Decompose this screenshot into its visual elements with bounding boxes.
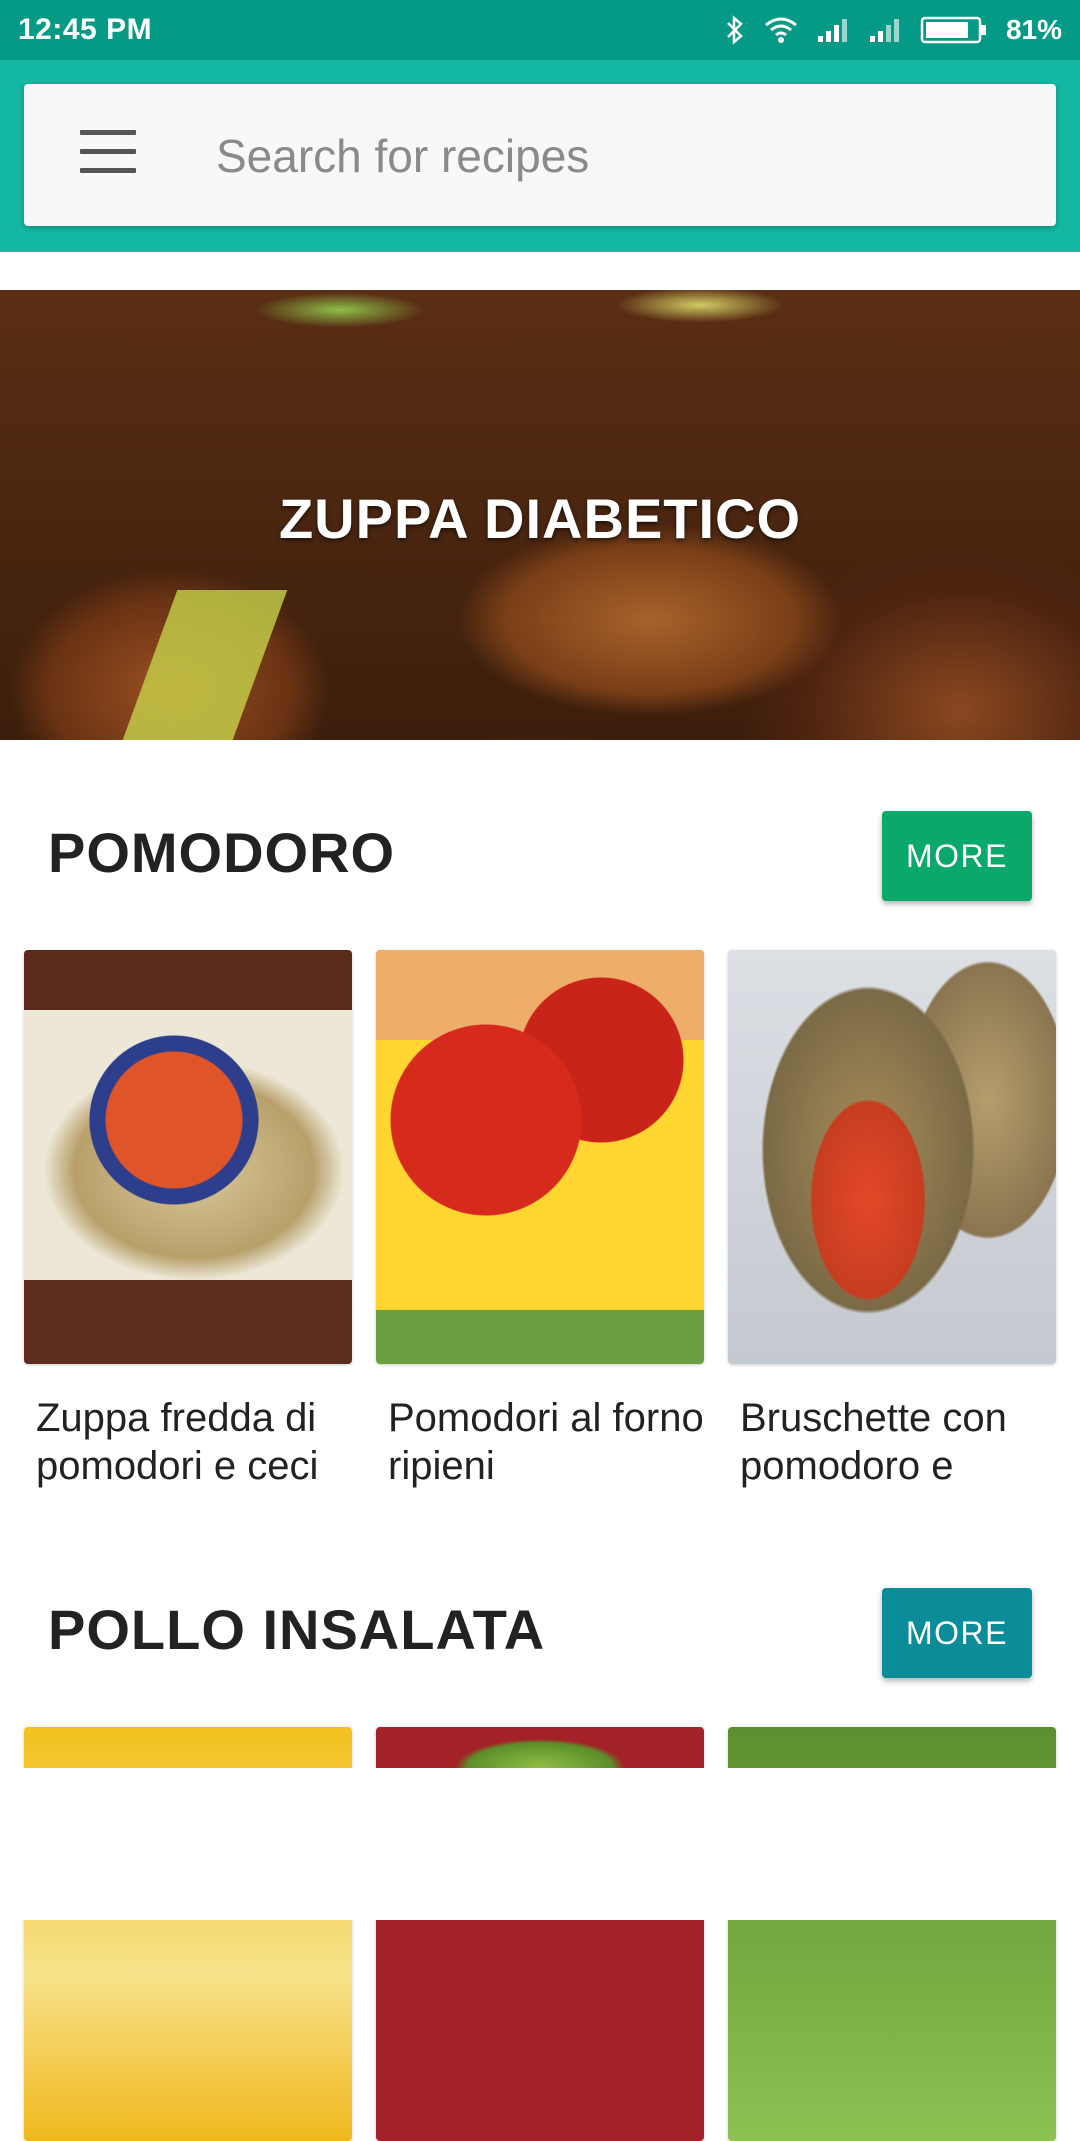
search-bar[interactable] — [24, 84, 1056, 226]
status-time: 12:45 PM — [18, 13, 153, 46]
hero-title: ZUPPA DIABETICO — [278, 487, 802, 550]
recipe-image[interactable] — [376, 950, 704, 1364]
hero-banner[interactable]: ZUPPA DIABETICO — [0, 290, 1080, 740]
section-title-pomodoro: POMODORO — [48, 821, 396, 884]
wifi-icon — [764, 16, 798, 44]
signal-icon — [816, 16, 850, 44]
signal-icon-2 — [868, 16, 902, 44]
hamburger-menu-icon[interactable] — [80, 130, 136, 180]
recipe-card[interactable]: Pomodori al forno ripieni — [376, 950, 704, 1490]
section-title-pollo-insalata: POLLO INSALATA — [48, 1598, 546, 1661]
more-button-pollo-insalata[interactable]: MORE — [882, 1588, 1032, 1678]
battery-percent: 81% — [1005, 14, 1062, 45]
hero-image-garnish — [140, 290, 940, 380]
bottom-blank-area — [0, 1768, 1080, 1920]
bluetooth-icon — [724, 15, 746, 45]
search-input[interactable] — [214, 124, 1018, 188]
recipe-title[interactable]: Zuppa fredda di pomodori e ceci — [24, 1394, 352, 1490]
more-button-pomodoro[interactable]: MORE — [882, 811, 1032, 901]
hero-image-lime — [122, 590, 288, 740]
recipe-image[interactable] — [24, 950, 352, 1364]
recipe-card[interactable]: Bruschette con pomodoro e — [728, 950, 1056, 1490]
recipe-image[interactable] — [728, 950, 1056, 1364]
recipe-card[interactable]: Zuppa fredda di pomodori e ceci — [24, 950, 352, 1490]
battery-icon — [920, 15, 988, 45]
recipe-title[interactable]: Bruschette con pomodoro e — [728, 1394, 1056, 1490]
status-icons: 81% — [724, 10, 1062, 50]
app-bar — [0, 60, 1080, 252]
recipe-title[interactable]: Pomodori al forno ripieni — [376, 1394, 704, 1490]
status-bar: 12:45 PM 81% — [0, 0, 1080, 60]
